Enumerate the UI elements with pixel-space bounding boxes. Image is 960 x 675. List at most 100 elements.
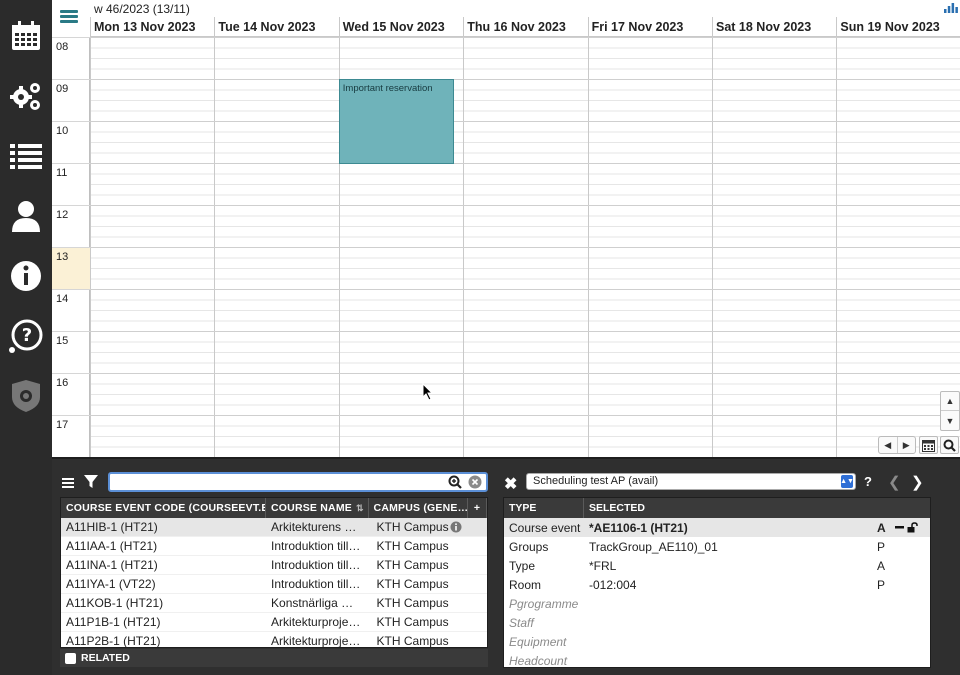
- hour-label: 08: [56, 41, 69, 53]
- column-course-name[interactable]: COURSE NAME ⇅: [266, 498, 369, 518]
- day-header[interactable]: Thu 16 Nov 2023: [463, 17, 587, 37]
- day-header[interactable]: Sat 18 Nov 2023: [712, 17, 836, 37]
- column-course-event-code[interactable]: COURSE EVENT CODE (COURSEEVT.E…⇅: [61, 498, 267, 518]
- reservation-event[interactable]: Important reservation: [338, 79, 455, 164]
- sidebar: ?: [0, 0, 52, 675]
- admin-shield-icon[interactable]: [6, 376, 46, 416]
- schedule-select[interactable]: Scheduling test AP (avail) ▲▼: [526, 473, 856, 490]
- cell-name: Introduktion till…: [271, 577, 361, 591]
- detail-row[interactable]: Course event *AE1106-1 (HT21) A: [504, 518, 930, 537]
- detail-type: Groups: [509, 539, 549, 554]
- table-row[interactable]: A11HIB-1 (HT21) Arkitekturens … KTH Campus: [61, 518, 487, 537]
- cell-code: A11P2B-1 (HT21): [66, 634, 161, 648]
- list-menu-icon[interactable]: [62, 477, 74, 491]
- date-picker-calendar-icon[interactable]: [919, 436, 938, 454]
- hour-label: 15: [56, 335, 69, 347]
- add-column-button[interactable]: +: [468, 498, 487, 518]
- hour-label: 11: [56, 167, 68, 179]
- cell-code: A11IAA-1 (HT21): [66, 539, 158, 553]
- table-row[interactable]: A11P1B-1 (HT21) Arkitekturproje… KTH Campu…: [61, 613, 487, 632]
- table-row[interactable]: A11INA-1 (HT21) Introduktion till… KTH Cam…: [61, 556, 487, 575]
- hour-cell: 10: [52, 121, 90, 163]
- cell-campus: KTH Campus: [376, 577, 449, 591]
- selection-detail-table: TYPE SELECTED Course event *AE1106-1 (HT2…: [503, 497, 931, 668]
- table-row[interactable]: A11IAA-1 (HT21) Introduktion till… KTH Cam…: [61, 537, 487, 556]
- gears-icon[interactable]: [6, 76, 46, 116]
- event-title: Important reservation: [342, 83, 433, 94]
- day-header[interactable]: Fri 17 Nov 2023: [587, 17, 712, 37]
- hour-cell: 15: [52, 331, 90, 373]
- help-button[interactable]: ?: [864, 474, 872, 489]
- detail-row[interactable]: Staff: [504, 613, 930, 632]
- column-type: TYPE: [504, 498, 584, 518]
- detail-row[interactable]: Groups TrackGroup_AE110)_01 P: [504, 537, 930, 556]
- cell-campus: KTH Campus: [376, 634, 449, 648]
- hour-gridline: [90, 247, 960, 248]
- bar-chart-icon[interactable]: [944, 2, 958, 16]
- detail-selected: -012:004: [589, 577, 637, 592]
- detail-type: Equipment: [509, 634, 567, 649]
- detail-row[interactable]: Equipment: [504, 632, 930, 651]
- calendar-grid[interactable]: Important reservation: [90, 37, 960, 457]
- detail-row[interactable]: Room -012:004 P: [504, 575, 930, 594]
- day-header[interactable]: Sun 19 Nov 2023: [836, 17, 960, 37]
- table-header: COURSE EVENT CODE (COURSEEVT.E…⇅ COURSE …: [61, 498, 487, 518]
- table-row[interactable]: A11KOB-1 (HT21) Konstnärliga … KTH Campus: [61, 594, 487, 613]
- day-header[interactable]: Mon 13 Nov 2023: [90, 17, 214, 37]
- column-selected: SELECTED: [589, 502, 646, 514]
- related-label: RELATED: [81, 652, 130, 664]
- hour-gridline: [90, 79, 960, 80]
- calendar-icon[interactable]: [6, 16, 46, 56]
- hour-cell: 12: [52, 205, 90, 247]
- week-label: w 46/2023 (13/11): [94, 2, 190, 16]
- previous-arrow-icon[interactable]: ❮: [888, 473, 901, 491]
- row-info-icon[interactable]: [450, 521, 462, 533]
- column-campus[interactable]: CAMPUS (GENE…: [369, 498, 469, 518]
- cell-code: A11KOB-1 (HT21): [66, 596, 164, 610]
- next-week-button[interactable]: ▶: [898, 437, 916, 453]
- hour-label: 12: [56, 209, 69, 221]
- table-row[interactable]: A11P2B-1 (HT21) Arkitekturproje… KTH Campu…: [61, 632, 487, 648]
- filter-icon[interactable]: [84, 475, 98, 492]
- cell-code: A11IYA-1 (VT22): [66, 577, 156, 591]
- hour-label: 09: [56, 83, 69, 95]
- user-icon[interactable]: [6, 196, 46, 236]
- day-header[interactable]: Tue 14 Nov 2023: [214, 17, 338, 37]
- hour-label: 13: [56, 251, 69, 263]
- unlock-icon[interactable]: [907, 522, 918, 533]
- hour-cell: 08: [52, 37, 90, 79]
- info-icon[interactable]: [6, 256, 46, 296]
- next-arrow-icon[interactable]: ❯: [911, 473, 924, 491]
- detail-row[interactable]: Type *FRL A: [504, 556, 930, 575]
- previous-week-button[interactable]: ◀: [879, 437, 898, 453]
- hour-gridline: [90, 373, 960, 374]
- table-row[interactable]: A11IYA-1 (VT22) Introduktion till… KTH Cam…: [61, 575, 487, 594]
- hour-cell: 13: [52, 247, 90, 289]
- cell-campus: KTH Campus: [376, 615, 449, 629]
- help-icon[interactable]: ?: [6, 316, 46, 356]
- list-icon[interactable]: [6, 136, 46, 176]
- close-icon[interactable]: ✖: [504, 474, 517, 494]
- day-header[interactable]: Wed 15 Nov 2023: [338, 17, 463, 37]
- detail-row[interactable]: Headcount: [504, 651, 930, 668]
- search-input[interactable]: [108, 472, 488, 492]
- search-zoom-icon[interactable]: [448, 475, 462, 492]
- cell-name: Arkitekturens …: [271, 520, 357, 534]
- detail-type: Course event: [509, 520, 581, 535]
- hour-label: 10: [56, 125, 69, 137]
- scroll-down-button[interactable]: ▼: [941, 411, 959, 430]
- detail-selected: *AE1106-1 (HT21): [589, 520, 688, 535]
- scroll-up-button[interactable]: ▲: [941, 392, 959, 411]
- scroll-control: ▲ ▼: [940, 391, 960, 431]
- remove-icon[interactable]: [895, 526, 904, 529]
- hour-gridline: [90, 205, 960, 206]
- calendar-search-icon[interactable]: [940, 436, 959, 454]
- related-checkbox[interactable]: [65, 652, 76, 664]
- clear-search-icon[interactable]: [468, 475, 482, 492]
- hour-label: 17: [56, 419, 69, 431]
- cell-campus: KTH Campus: [372, 518, 487, 536]
- calendar-menu-icon[interactable]: [60, 8, 82, 28]
- cell-name: Introduktion till…: [271, 539, 361, 553]
- detail-row[interactable]: Pgrogramme: [504, 594, 930, 613]
- detail-header: TYPE SELECTED: [504, 498, 930, 518]
